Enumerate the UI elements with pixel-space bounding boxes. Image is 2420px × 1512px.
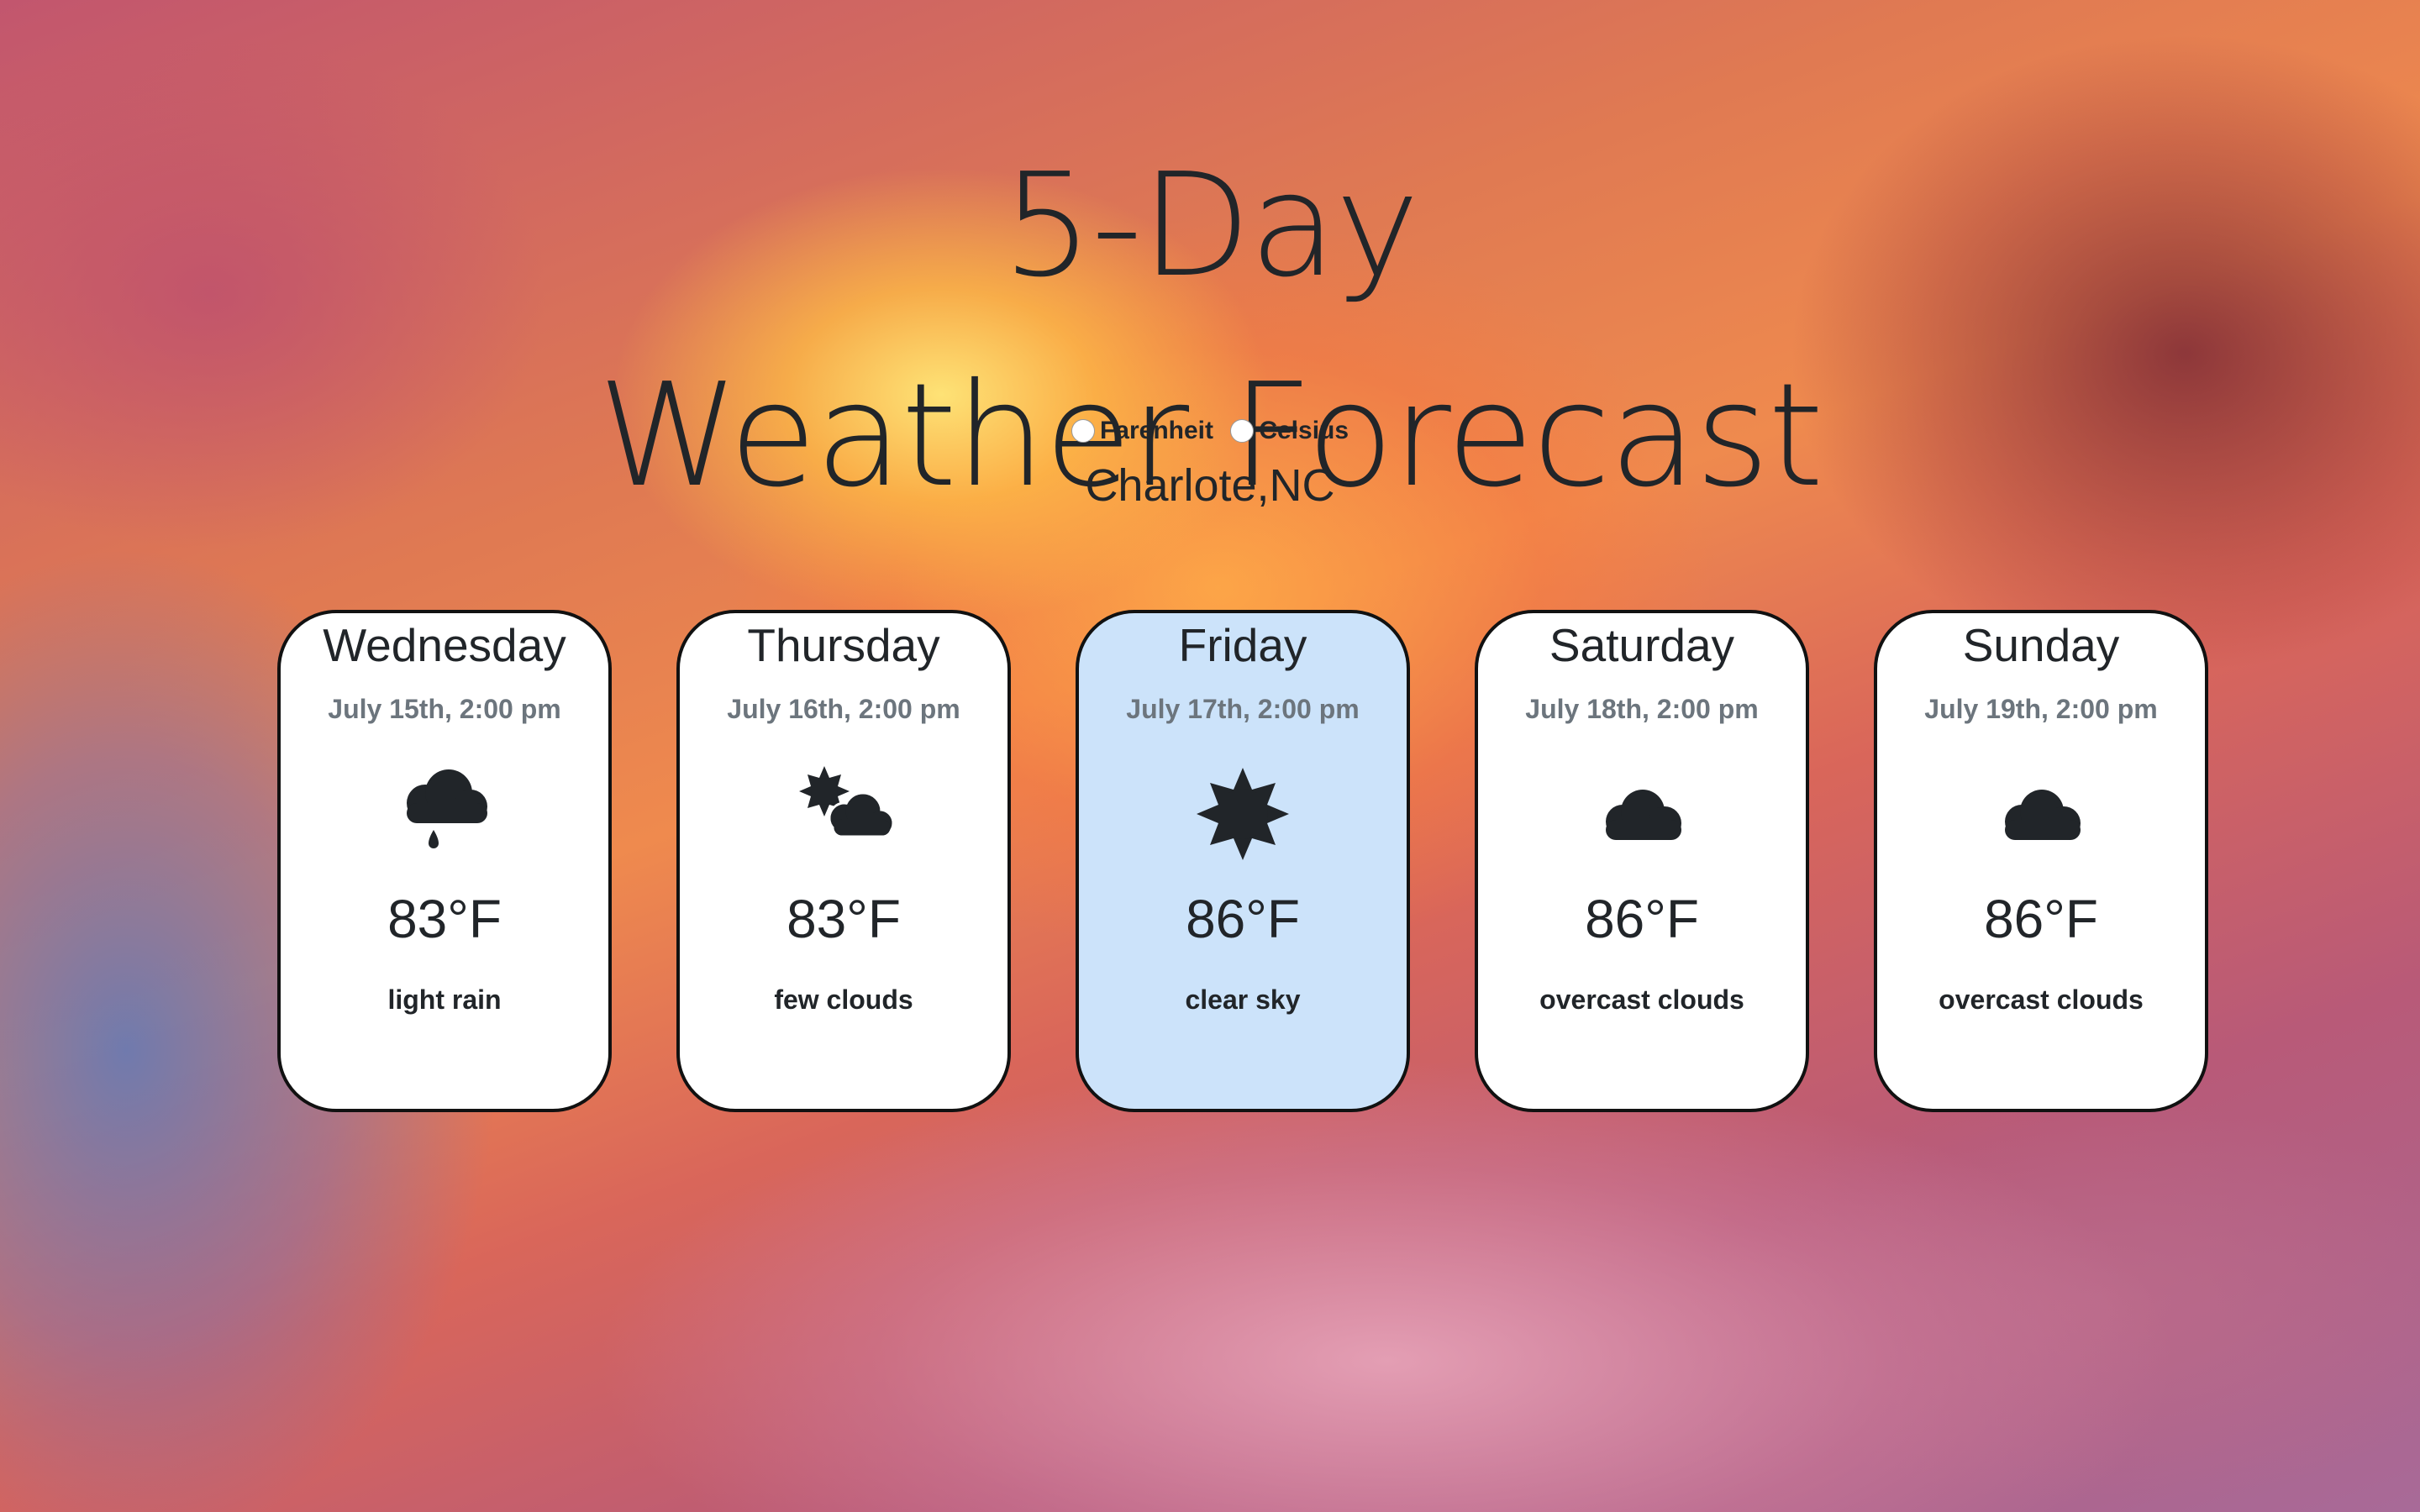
card-description: light rain: [387, 984, 502, 1015]
fahrenheit-option[interactable]: Farenheit: [1071, 417, 1213, 445]
sun-cloud-icon: [781, 751, 907, 877]
fahrenheit-radio[interactable]: [1071, 419, 1095, 443]
celsius-option[interactable]: Celsius: [1230, 417, 1349, 445]
card-temperature: 83°F: [786, 889, 901, 949]
card-day: Saturday: [1549, 619, 1735, 671]
celsius-label: Celsius: [1259, 417, 1349, 444]
card-date: July 19th, 2:00 pm: [1924, 694, 2158, 724]
card-description: few clouds: [774, 984, 913, 1015]
card-day: Thursday: [747, 619, 940, 671]
card-date: July 17th, 2:00 pm: [1126, 694, 1360, 724]
rain-cloud-icon: [381, 751, 508, 877]
celsius-radio[interactable]: [1230, 419, 1255, 443]
card-description: overcast clouds: [1939, 984, 2144, 1015]
forecast-card[interactable]: Saturday July 18th, 2:00 pm 86°F overcas…: [1475, 610, 1809, 1112]
forecast-cards: Wednesday July 15th, 2:00 pm 83°F light …: [277, 610, 2210, 1114]
forecast-card[interactable]: Thursday July 16th, 2:00 pm 83°F few clo…: [676, 610, 1011, 1112]
card-date: July 16th, 2:00 pm: [727, 694, 960, 724]
card-temperature: 86°F: [1186, 889, 1300, 949]
card-description: clear sky: [1185, 984, 1301, 1015]
city-name: Charlote,NC: [1085, 460, 1335, 511]
card-temperature: 83°F: [387, 889, 502, 949]
card-day: Sunday: [1962, 619, 2120, 671]
card-temperature: 86°F: [1585, 889, 1699, 949]
fahrenheit-label: Farenheit: [1099, 417, 1213, 444]
card-day: Friday: [1178, 619, 1307, 671]
forecast-card[interactable]: Sunday July 19th, 2:00 pm 86°F overcast …: [1874, 610, 2208, 1112]
sun-icon: [1180, 751, 1306, 877]
card-date: July 15th, 2:00 pm: [328, 694, 561, 724]
card-temperature: 86°F: [1984, 889, 2098, 949]
forecast-card[interactable]: Friday July 17th, 2:00 pm 86°F clear sky: [1076, 610, 1410, 1112]
cloud-icon: [1978, 751, 2104, 877]
title-line-1: 5-Day: [1002, 142, 1419, 309]
card-day: Wednesday: [323, 619, 566, 671]
card-description: overcast clouds: [1539, 984, 1744, 1015]
forecast-card[interactable]: Wednesday July 15th, 2:00 pm 83°F light …: [277, 610, 612, 1112]
cloud-icon: [1579, 751, 1705, 877]
card-date: July 18th, 2:00 pm: [1525, 694, 1759, 724]
unit-toggle: Farenheit Celsius: [0, 417, 2420, 449]
